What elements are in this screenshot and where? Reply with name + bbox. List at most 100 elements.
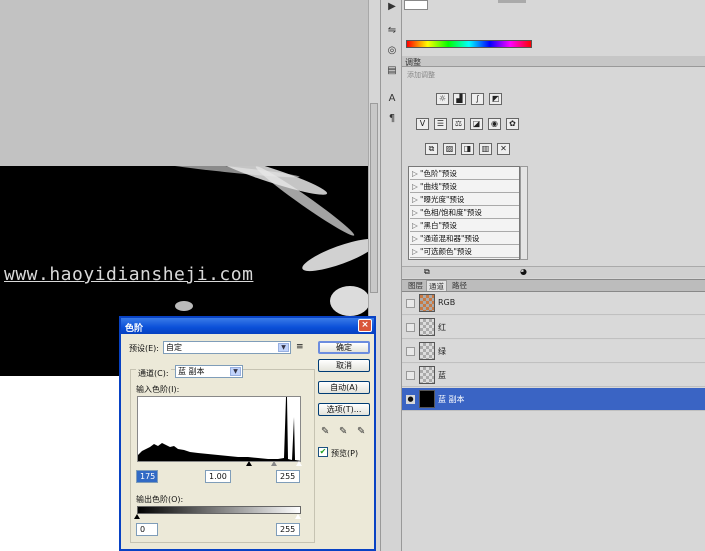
- preset-list-scrollbar[interactable]: [520, 166, 528, 260]
- channel-row-blue[interactable]: 蓝: [402, 364, 705, 387]
- expand-arrow-icon: ▷: [412, 247, 418, 256]
- preset-menu-icon[interactable]: ≡: [296, 342, 304, 352]
- play-icon[interactable]: ▶: [385, 0, 399, 14]
- histogram-graph: [138, 397, 300, 461]
- chevron-down-icon: ▼: [230, 367, 241, 376]
- channel-thumbnail: [419, 390, 435, 408]
- channels-panel-empty: [402, 415, 705, 551]
- image-highlight: [330, 286, 370, 316]
- watermark-text: www.haoyidiansheji.com: [4, 264, 254, 285]
- input-gamma-slider[interactable]: [271, 461, 277, 466]
- input-black-field[interactable]: 175: [136, 470, 158, 483]
- canvas-background: [0, 0, 372, 166]
- image-highlight: [175, 301, 193, 311]
- preset-select[interactable]: 自定 ▼: [163, 341, 291, 354]
- expand-arrow-icon: ▷: [412, 169, 418, 178]
- paragraph-icon[interactable]: ¶: [385, 112, 399, 126]
- expand-arrow-icon: ▷: [412, 234, 418, 243]
- eye-icon[interactable]: ●: [406, 395, 415, 404]
- threshold-icon[interactable]: ◨: [461, 143, 474, 155]
- exposure-icon[interactable]: ◩: [489, 93, 502, 105]
- visibility-toggle[interactable]: [406, 347, 415, 356]
- preset-item[interactable]: ▷ "曝光度"预设: [410, 194, 519, 206]
- ok-button[interactable]: 确定: [318, 341, 370, 354]
- output-white-field[interactable]: 255: [276, 523, 300, 536]
- character-icon[interactable]: A: [385, 92, 399, 106]
- tab-paths[interactable]: 路径: [450, 280, 469, 291]
- preset-label: 预设(E):: [129, 344, 159, 353]
- channel-thumbnail: [419, 318, 435, 336]
- channel-row-blue-copy[interactable]: ● 蓝 副本: [402, 388, 705, 411]
- gray-eyedropper-icon[interactable]: ✎: [339, 426, 347, 437]
- photo-filter-icon[interactable]: ◉: [488, 118, 501, 130]
- visibility-toggle[interactable]: [406, 323, 415, 332]
- preset-item[interactable]: ▷ "黑白"预设: [410, 220, 519, 232]
- output-levels-label: 输出色阶(O):: [136, 495, 184, 504]
- channels-icon[interactable]: ◎: [385, 44, 399, 58]
- output-black-field[interactable]: 0: [136, 523, 158, 536]
- preview-label: 预览(P): [331, 449, 359, 458]
- curves-icon[interactable]: ∫: [471, 93, 484, 105]
- preview-checkbox[interactable]: ✔: [318, 447, 328, 457]
- channel-row-red[interactable]: 红: [402, 316, 705, 339]
- layers-icon[interactable]: ▤: [385, 64, 399, 78]
- channel-name: 红: [438, 323, 446, 332]
- levels-icon[interactable]: ▟: [453, 93, 466, 105]
- vibrance-icon[interactable]: V: [416, 118, 429, 130]
- visibility-toggle[interactable]: [406, 299, 415, 308]
- black-eyedropper-icon[interactable]: ✎: [321, 426, 329, 437]
- scrollbar-thumb[interactable]: [370, 103, 378, 293]
- dialog-titlebar[interactable]: [121, 318, 374, 334]
- posterize-icon[interactable]: ▨: [443, 143, 456, 155]
- invert-icon[interactable]: ⧉: [425, 143, 438, 155]
- add-adjustment-label: 添加调整: [407, 71, 435, 79]
- channel-row-rgb[interactable]: RGB: [402, 292, 705, 315]
- channels-panel-tabs: [402, 279, 705, 292]
- channel-thumbnail: [419, 366, 435, 384]
- channel-row-green[interactable]: 绿: [402, 340, 705, 363]
- clip-to-layer-icon[interactable]: ⧉: [424, 267, 430, 277]
- output-white-slider[interactable]: [295, 514, 301, 519]
- channel-name: 绿: [438, 347, 446, 356]
- input-white-field[interactable]: 255: [276, 470, 300, 483]
- adjustments-footer: [402, 266, 705, 278]
- color-balance-icon[interactable]: ⚖: [452, 118, 465, 130]
- tab-layers[interactable]: 图层: [406, 280, 425, 291]
- channel-label: 通道(C):: [136, 368, 171, 379]
- visibility-toggle[interactable]: [406, 371, 415, 380]
- channel-mixer-icon[interactable]: ✿: [506, 118, 519, 130]
- output-black-slider[interactable]: [134, 514, 140, 519]
- input-gamma-field[interactable]: 1.00: [205, 470, 231, 483]
- color-swatch[interactable]: [404, 0, 428, 10]
- input-white-slider[interactable]: [296, 461, 302, 466]
- selective-color-icon[interactable]: ✕: [497, 143, 510, 155]
- options-button[interactable]: 选项(T)...: [318, 403, 370, 416]
- panel-icon-strip: ▶ ⇋ ◎ ▤ A ¶: [380, 0, 402, 551]
- auto-button[interactable]: 自动(A): [318, 381, 370, 394]
- preset-item[interactable]: ▷ "可选颜色"预设: [410, 246, 519, 258]
- brightness-icon[interactable]: ☼: [436, 93, 449, 105]
- tab-channels[interactable]: 通道: [426, 280, 447, 291]
- gradient-map-icon[interactable]: ▥: [479, 143, 492, 155]
- channel-name: RGB: [438, 298, 456, 307]
- hue-saturation-icon[interactable]: ☰: [434, 118, 447, 130]
- color-slider[interactable]: [498, 0, 526, 3]
- expand-arrow-icon: ▷: [412, 221, 418, 230]
- expand-arrow-icon: ▷: [412, 208, 418, 217]
- panel-options-icon[interactable]: ◕: [520, 267, 527, 276]
- color-spectrum-bar[interactable]: [406, 40, 532, 48]
- white-eyedropper-icon[interactable]: ✎: [357, 426, 365, 437]
- adjust-sliders-icon[interactable]: ⇋: [385, 24, 399, 38]
- close-button[interactable]: ×: [358, 319, 372, 332]
- adjustments-tab[interactable]: 调整: [405, 57, 421, 68]
- input-black-slider[interactable]: [246, 461, 252, 466]
- adjustment-preset-list: ▷ "色阶"预设 ▷ "曲线"预设 ▷ "曝光度"预设 ▷ "色相/饱和度"预设 ▷ "黑…: [408, 166, 520, 260]
- preset-item[interactable]: ▷ "通道混和器"预设: [410, 233, 519, 245]
- preset-item[interactable]: ▷ "色相/饱和度"预设: [410, 207, 519, 219]
- black-white-icon[interactable]: ◪: [470, 118, 483, 130]
- cancel-button[interactable]: 取消: [318, 359, 370, 372]
- channel-select[interactable]: 蓝 副本 ▼: [175, 365, 243, 378]
- preset-item[interactable]: ▷ "曲线"预设: [410, 181, 519, 193]
- image-highlight: [252, 166, 358, 240]
- preset-item[interactable]: ▷ "色阶"预设: [410, 168, 519, 180]
